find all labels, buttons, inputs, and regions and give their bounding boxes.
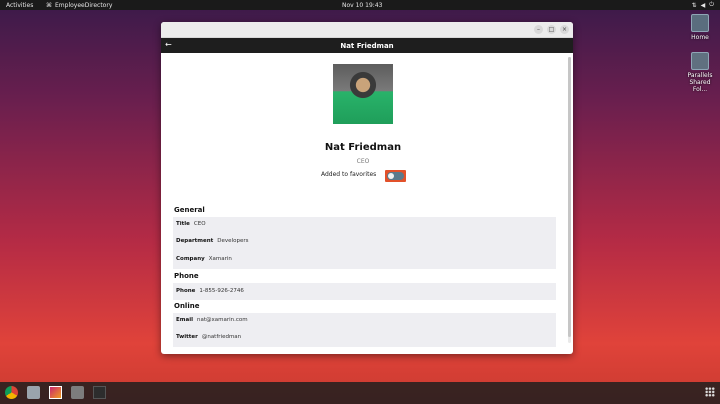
- toggle-track: [387, 172, 404, 180]
- row-key: Title: [176, 221, 190, 227]
- section-title-general: General: [174, 206, 205, 214]
- desktop-icon-home[interactable]: Home: [682, 14, 718, 41]
- app-icon: ⌘: [46, 1, 52, 9]
- row-key: Email: [176, 317, 193, 323]
- section-title-phone: Phone: [174, 272, 199, 280]
- clock[interactable]: Nov 10 19:43: [342, 2, 382, 9]
- row-key: Twitter: [176, 334, 198, 340]
- activities-button[interactable]: Activities: [6, 2, 33, 9]
- row-value: Xamarin: [208, 256, 232, 262]
- shared-folder-icon: [691, 52, 709, 70]
- window-titlebar[interactable]: – □ ×: [161, 22, 573, 38]
- page-title: Nat Friedman: [340, 41, 394, 50]
- home-folder-icon: [691, 14, 709, 32]
- dock: [0, 382, 720, 404]
- power-icon: ⏻: [709, 1, 714, 8]
- online-group: Email nat@xamarin.com Twitter @natfriedman: [173, 313, 556, 347]
- maximize-button[interactable]: □: [547, 25, 556, 34]
- employee-detail: Nat Friedman CEO Added to favorites Gene…: [161, 53, 573, 354]
- row-key: Department: [176, 238, 214, 244]
- top-bar: Activities ⌘ EmployeeDirectory Nov 10 19…: [0, 0, 720, 10]
- section-title-online: Online: [174, 302, 200, 310]
- general-group: Title CEO Department Developers Company Xam…: [173, 217, 556, 269]
- row-key: Company: [176, 256, 205, 262]
- detail-row-twitter[interactable]: Twitter @natfriedman: [176, 334, 241, 340]
- row-value: @natfriedman: [201, 334, 242, 340]
- close-button[interactable]: ×: [560, 25, 569, 34]
- desktop-icon-label: Parallels Shared Fol...: [687, 72, 713, 93]
- favorite-label: Added to favorites: [321, 171, 377, 178]
- detail-row-company: Company Xamarin: [176, 256, 232, 262]
- back-arrow-icon[interactable]: ←: [165, 40, 172, 49]
- row-value: 1-855-926-2746: [199, 288, 244, 294]
- avatar: [333, 64, 393, 124]
- toggle-knob: [388, 173, 394, 179]
- system-status[interactable]: ⇅ ◀ ⏻: [692, 1, 714, 9]
- files-icon[interactable]: [27, 386, 40, 399]
- desktop-icon-label: Home: [691, 34, 709, 41]
- row-key: Phone: [176, 288, 196, 294]
- detail-row-phone[interactable]: Phone 1-855-926-2746: [176, 288, 244, 294]
- minimize-button[interactable]: –: [534, 25, 543, 34]
- app-window: – □ × ← Nat Friedman Nat Friedman CEO Ad…: [161, 22, 573, 354]
- show-apps-icon[interactable]: [705, 387, 715, 397]
- detail-row-email[interactable]: Email nat@xamarin.com: [176, 317, 248, 323]
- terminal-icon[interactable]: [93, 386, 106, 399]
- scrollbar-thumb[interactable]: [568, 57, 571, 337]
- detail-row-department: Department Developers: [176, 238, 248, 244]
- settings-icon[interactable]: [71, 386, 84, 399]
- row-value: CEO: [193, 221, 206, 227]
- chrome-icon[interactable]: [5, 386, 18, 399]
- network-icon: ⇅: [691, 1, 697, 9]
- volume-icon: ◀: [700, 1, 706, 9]
- app-menu-label: EmployeeDirectory: [55, 1, 113, 9]
- scrollbar[interactable]: [568, 57, 571, 343]
- app-menu[interactable]: ⌘ EmployeeDirectory: [46, 2, 112, 9]
- rider-icon[interactable]: [49, 386, 62, 399]
- detail-row-title: Title CEO: [176, 221, 206, 227]
- favorite-toggle[interactable]: [385, 170, 406, 182]
- employee-role: CEO: [356, 158, 370, 165]
- row-value: Developers: [217, 238, 249, 244]
- row-value: nat@xamarin.com: [196, 317, 248, 323]
- desktop-icon-parallels-shared[interactable]: Parallels Shared Fol...: [682, 52, 718, 93]
- navigation-bar: ← Nat Friedman: [161, 38, 573, 53]
- employee-name: Nat Friedman: [324, 142, 402, 153]
- phone-group: Phone 1-855-926-2746: [173, 283, 556, 300]
